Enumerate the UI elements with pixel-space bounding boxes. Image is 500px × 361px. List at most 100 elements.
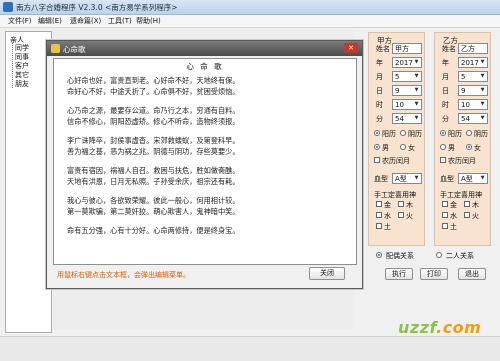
- party-b-lunar-radio[interactable]: [466, 130, 472, 136]
- party-a-minute-select[interactable]: 54 ▼: [392, 113, 422, 124]
- party-a-solar-label: 阳历: [382, 130, 396, 138]
- dropdown-arrow-icon[interactable]: ▼: [413, 86, 420, 95]
- menu-help[interactable]: 帮助(H): [136, 16, 161, 26]
- dialog-app-icon: [51, 44, 60, 53]
- party-a-year-select[interactable]: 2017 ▼: [392, 57, 422, 68]
- party-a-blood-select[interactable]: A型 ▼: [392, 173, 422, 184]
- party-b-blood-select[interactable]: A型 ▼: [458, 173, 488, 184]
- poem-line: 心乃命之源，最要存公道。命乃行之本，穷通有自料。: [67, 106, 240, 115]
- dialog-title: 心命歌: [63, 45, 86, 54]
- poem-line: 善为福之基，恶为祸之兆。阴德与阴功，存些莫要少。: [67, 147, 240, 156]
- poem-line: 天地有洪恩，日月无私照。子孙受余庆，祖宗还有耗。: [67, 177, 240, 186]
- app-icon: [3, 2, 13, 12]
- party-b-minute-select[interactable]: 54 ▼: [458, 113, 488, 124]
- party-a-solar-radio[interactable]: [374, 130, 380, 136]
- party-b-blood-label: 血型: [440, 175, 454, 183]
- party-b-metal-checkbox[interactable]: [442, 201, 448, 207]
- dropdown-arrow-icon[interactable]: ▼: [479, 174, 486, 183]
- party-a-fire-checkbox[interactable]: [398, 212, 404, 218]
- two-person-relation-radio[interactable]: [436, 252, 442, 258]
- run-button[interactable]: 执行: [385, 268, 413, 280]
- party-b-lunar-label: 阴历: [474, 130, 488, 138]
- party-a-month-select[interactable]: 5 ▼: [392, 71, 422, 82]
- party-b-solar-radio[interactable]: [440, 130, 446, 136]
- party-a-year-label: 年: [376, 59, 383, 67]
- dialog-close-button[interactable]: 关闭: [309, 267, 345, 280]
- party-a-hour-select[interactable]: 10 ▼: [392, 99, 422, 110]
- party-b-leap-month-label: 农历闰月: [448, 157, 476, 165]
- close-icon[interactable]: ✕: [344, 43, 358, 53]
- spouse-relation-label: 配偶关系: [386, 252, 414, 260]
- party-b-hour-select[interactable]: 10 ▼: [458, 99, 488, 110]
- poem-text-box[interactable]: 心 命 歌 心好命也好，富贵直到老。心好命不好，天地终有保。 命好心不好，中途夭…: [53, 58, 357, 265]
- dropdown-arrow-icon[interactable]: ▼: [413, 174, 420, 183]
- dropdown-arrow-icon[interactable]: ▼: [479, 58, 486, 67]
- party-b-panel: 乙方 姓名 乙方 年 2017 ▼ 月 5 ▼ 日 9 ▼ 时 10 ▼ 分 54 ▼ 阳…: [434, 32, 491, 246]
- dropdown-arrow-icon[interactable]: ▼: [479, 100, 486, 109]
- status-bar: [0, 336, 500, 361]
- party-b-earth-checkbox[interactable]: [442, 223, 448, 229]
- print-button[interactable]: 打印: [420, 268, 448, 280]
- party-a-wood-checkbox[interactable]: [398, 201, 404, 207]
- party-a-male-radio[interactable]: [374, 144, 380, 150]
- dropdown-arrow-icon[interactable]: ▼: [413, 114, 420, 123]
- party-b-female-radio[interactable]: [466, 144, 472, 150]
- party-b-month-label: 月: [442, 73, 449, 81]
- party-b-wood-label: 木: [472, 201, 479, 209]
- party-b-name-input[interactable]: 乙方: [458, 43, 488, 54]
- tree-item-friends[interactable]: 朋友: [15, 79, 29, 89]
- party-a-name-input[interactable]: 甲方: [392, 43, 422, 54]
- party-b-female-label: 女: [474, 144, 481, 152]
- spouse-relation-radio[interactable]: [376, 252, 382, 258]
- poem-line: 心好命也好，富贵直到老。心好命不好，天地终有保。: [67, 76, 240, 85]
- menu-tools[interactable]: 工具(T): [108, 16, 132, 26]
- dropdown-arrow-icon[interactable]: ▼: [479, 72, 486, 81]
- title-bar: 南方八字合婚程序 V2.3.0 <南方易学系列程序>: [0, 0, 500, 15]
- poem-line: 富贵有宿因，祸福人自召。救困与扶危，胜如做斋醮。: [67, 166, 240, 175]
- party-b-fire-checkbox[interactable]: [464, 212, 470, 218]
- dropdown-arrow-icon[interactable]: ▼: [413, 100, 420, 109]
- menu-file[interactable]: 文件(F): [8, 16, 32, 26]
- party-b-male-label: 男: [448, 144, 455, 152]
- party-a-metal-checkbox[interactable]: [376, 201, 382, 207]
- party-a-manual-label: 手工定喜用神: [374, 191, 416, 199]
- poem-line: 李广诛降卒，封侯事虚杳。宋郊救蝼蚁，及第登科早。: [67, 136, 240, 145]
- party-a-leap-month-checkbox[interactable]: [374, 157, 380, 163]
- dialog-title-bar[interactable]: 心命歌 ✕: [47, 41, 362, 56]
- party-a-male-label: 男: [382, 144, 389, 152]
- party-a-panel: 甲方 姓名 甲方 年 2017 ▼ 月 5 ▼ 日 9 ▼ 时 10 ▼ 分 54 ▼ 阳…: [368, 32, 425, 246]
- party-a-day-select[interactable]: 9 ▼: [392, 85, 422, 96]
- party-b-male-radio[interactable]: [440, 144, 446, 150]
- menu-bar: 文件(F) 编辑(E) 遗命篇(X) 工具(T) 帮助(H): [0, 15, 500, 28]
- party-a-female-radio[interactable]: [400, 144, 406, 150]
- party-a-lunar-radio[interactable]: [400, 130, 406, 136]
- exit-button[interactable]: 退出: [458, 268, 486, 280]
- dropdown-arrow-icon[interactable]: ▼: [479, 86, 486, 95]
- party-b-water-checkbox[interactable]: [442, 212, 448, 218]
- contact-tree: 亲人 同学 同事 客户 其它 朋友: [5, 31, 52, 333]
- party-b-water-label: 水: [450, 212, 457, 220]
- party-b-leap-month-checkbox[interactable]: [440, 157, 446, 163]
- party-a-water-checkbox[interactable]: [376, 212, 382, 218]
- party-b-wood-checkbox[interactable]: [464, 201, 470, 207]
- party-a-earth-checkbox[interactable]: [376, 223, 382, 229]
- menu-fate[interactable]: 遗命篇(X): [70, 16, 101, 26]
- dropdown-arrow-icon[interactable]: ▼: [479, 114, 486, 123]
- party-b-day-select[interactable]: 9 ▼: [458, 85, 488, 96]
- poem-line: 第一莫欺骗，第二莫奸狡。萌心欺害人，鬼神暗中笑。: [67, 207, 240, 216]
- dropdown-arrow-icon[interactable]: ▼: [413, 72, 420, 81]
- party-b-earth-label: 土: [450, 223, 457, 231]
- site-watermark: uzzf.com: [398, 318, 482, 337]
- poem-line: 命有五分强，心有十分好。心命两修持，便是终身宝。: [67, 226, 240, 235]
- party-a-metal-label: 金: [384, 201, 391, 209]
- party-b-month-select[interactable]: 5 ▼: [458, 71, 488, 82]
- relation-options: 配偶关系 二人关系: [372, 248, 492, 264]
- menu-edit[interactable]: 编辑(E): [38, 16, 62, 26]
- party-b-year-select[interactable]: 2017 ▼: [458, 57, 488, 68]
- poem-heading: 心 命 歌: [186, 62, 224, 71]
- party-b-manual-label: 手工定喜用神: [440, 191, 482, 199]
- tree-connector: [12, 43, 14, 88]
- dropdown-arrow-icon[interactable]: ▼: [413, 58, 420, 67]
- party-a-lunar-label: 阴历: [408, 130, 422, 138]
- party-a-blood-label: 血型: [374, 175, 388, 183]
